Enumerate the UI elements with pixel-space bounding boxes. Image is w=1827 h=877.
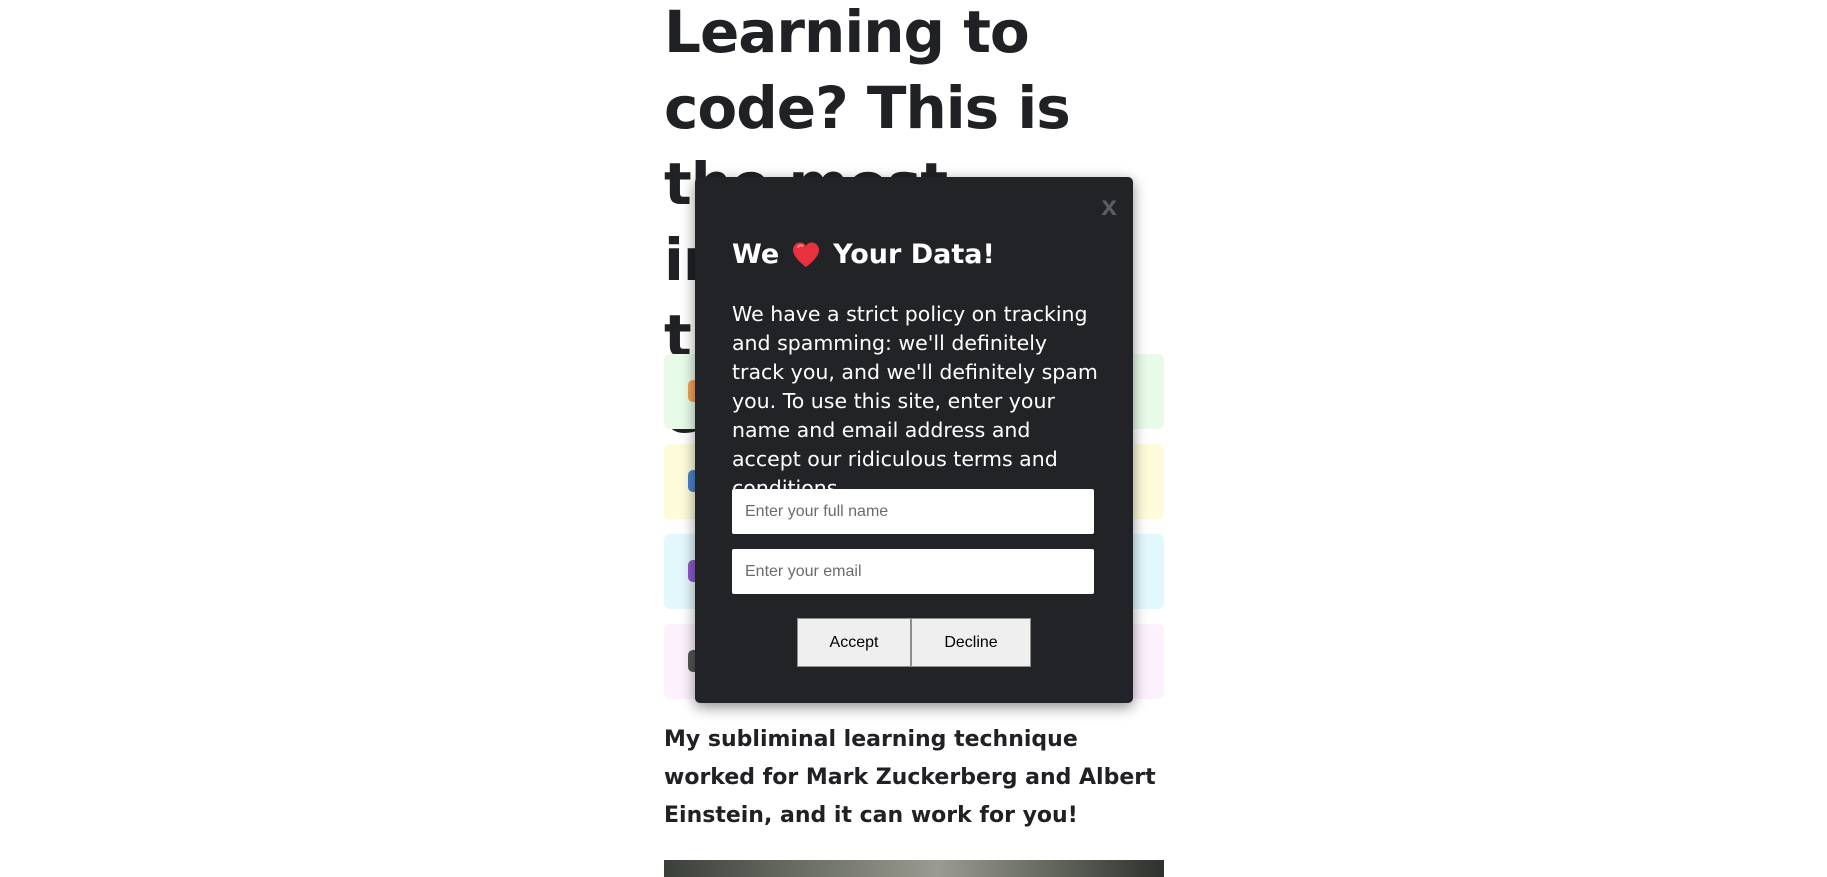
modal-title: We Your Data! (732, 239, 995, 270)
modal-title-prefix: We (732, 239, 780, 270)
modal-actions: Accept Decline (797, 618, 1031, 667)
decline-button[interactable]: Decline (911, 618, 1031, 667)
accept-button[interactable]: Accept (797, 618, 911, 667)
modal-body-text: We have a strict policy on tracking and … (732, 302, 1098, 500)
modal-title-suffix: Your Data! (833, 239, 995, 270)
article-photo (664, 860, 1164, 877)
article-subhead: My subliminal learning technique worked … (664, 727, 1156, 828)
page: Learning to code? This is the most impor… (0, 0, 1827, 877)
data-consent-modal: x We Your Data! We have a strict policy … (695, 177, 1133, 703)
full-name-input[interactable] (732, 489, 1094, 534)
close-button[interactable]: x (1101, 189, 1117, 223)
heart-icon (791, 240, 821, 270)
email-input[interactable] (732, 549, 1094, 594)
